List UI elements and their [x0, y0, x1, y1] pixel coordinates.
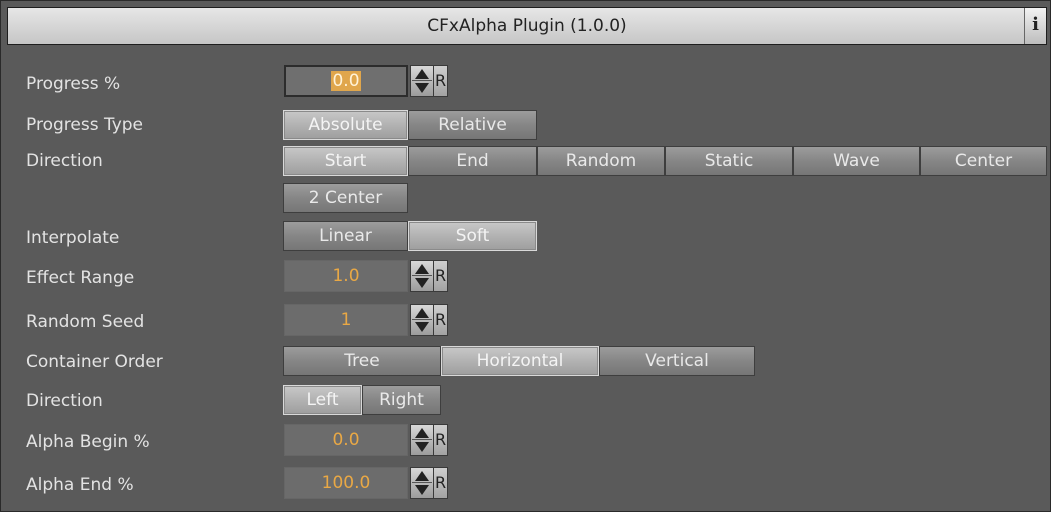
direction2-right-button[interactable]: Right [362, 385, 441, 415]
direction-center-button[interactable]: Center [920, 146, 1047, 176]
container-order-tree-button[interactable]: Tree [283, 346, 441, 376]
direction-wave-button[interactable]: Wave [793, 146, 920, 176]
effect-range-label: Effect Range [26, 268, 135, 288]
random-seed-reset-button[interactable]: R [433, 304, 448, 336]
info-icon[interactable]: i [1024, 8, 1046, 44]
direction-static-button[interactable]: Static [665, 146, 793, 176]
progress-label: Progress % [26, 74, 121, 94]
container-order-horizontal-button[interactable]: Horizontal [441, 346, 599, 376]
interpolate-linear-button[interactable]: Linear [283, 221, 408, 251]
direction2-label: Direction [26, 391, 103, 411]
progress-spinner-icon[interactable] [410, 65, 434, 97]
alpha-begin-reset-button[interactable]: R [433, 424, 448, 456]
effect-range-spinner-icon[interactable] [410, 260, 434, 292]
container-order-label: Container Order [26, 352, 163, 372]
alpha-end-label: Alpha End % [26, 475, 134, 495]
direction-end-button[interactable]: End [408, 146, 537, 176]
alpha-begin-input[interactable]: 0.0 [284, 424, 408, 456]
alpha-end-reset-button[interactable]: R [433, 467, 448, 499]
plugin-panel: CFxAlpha Plugin (1.0.0) i Progress % 0.0… [0, 0, 1051, 512]
effect-range-reset-button[interactable]: R [433, 260, 448, 292]
progress-reset-button[interactable]: R [433, 65, 448, 97]
alpha-end-spinner-icon[interactable] [410, 467, 434, 499]
alpha-begin-label: Alpha Begin % [26, 432, 150, 452]
random-seed-input[interactable]: 1 [284, 304, 408, 336]
direction2-left-button[interactable]: Left [283, 385, 362, 415]
progress-input[interactable]: 0.0 [284, 65, 408, 97]
alpha-begin-spinner-icon[interactable] [410, 424, 434, 456]
progress-type-relative-button[interactable]: Relative [408, 110, 537, 140]
interpolate-label: Interpolate [26, 228, 120, 248]
direction-random-button[interactable]: Random [537, 146, 665, 176]
window-title: CFxAlpha Plugin (1.0.0) [427, 16, 627, 36]
random-seed-spinner-icon[interactable] [410, 304, 434, 336]
direction-start-button[interactable]: Start [283, 146, 408, 176]
interpolate-soft-button[interactable]: Soft [408, 221, 537, 251]
container-order-vertical-button[interactable]: Vertical [599, 346, 755, 376]
progress-value: 0.0 [331, 71, 361, 91]
direction-2center-button[interactable]: 2 Center [283, 183, 408, 213]
alpha-end-input[interactable]: 100.0 [284, 467, 408, 499]
progress-type-absolute-button[interactable]: Absolute [283, 110, 408, 140]
effect-range-input[interactable]: 1.0 [284, 260, 408, 292]
progress-type-label: Progress Type [26, 115, 143, 135]
random-seed-label: Random Seed [26, 312, 145, 332]
direction-label: Direction [26, 151, 103, 171]
title-bar: CFxAlpha Plugin (1.0.0) i [7, 7, 1047, 45]
